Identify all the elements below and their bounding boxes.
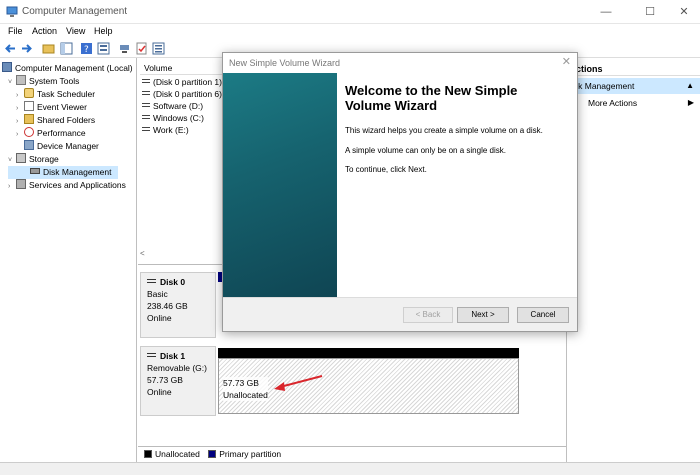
chevron-right-icon[interactable]: ▶ [688,96,694,110]
tree-item-event-viewer[interactable]: › Event Viewer [2,101,136,114]
drive-icon [142,115,150,119]
tree-container: Computer Management (Local) ˅ System Tool… [2,62,136,192]
close-button[interactable]: ✕ [676,4,692,20]
wizard-heading: Welcome to the New Simple Volume Wizard [345,83,518,113]
maximize-button[interactable]: ☐ [642,4,658,20]
wizard-text-3: To continue, click Next. [345,165,427,174]
drive-icon [142,91,150,95]
tree-item-task-scheduler[interactable]: › Task Scheduler [2,88,136,101]
unallocated-swatch [144,450,152,458]
red-arrow-annotation [274,375,323,391]
storage-icon [16,153,26,163]
device-manager-icon [24,140,34,150]
actions-disk-management[interactable]: isk Management ▲ [566,78,700,94]
next-button[interactable]: Next > [457,307,509,323]
wizard-title-bar: New Simple Volume Wizard [223,53,577,73]
menu-view[interactable]: View [66,26,85,36]
tree-item-device-manager[interactable]: Device Manager [2,140,136,153]
legend: Unallocated Primary partition [138,446,566,462]
title-bar: Computer Management — ☐ ✕ [0,0,700,24]
chevron-right-icon[interactable]: › [8,180,16,193]
scroll-left-button[interactable]: < [140,249,145,258]
disk-icon [147,353,156,357]
chevron-down-icon[interactable]: ˅ [8,76,16,89]
properties-icon[interactable] [97,42,110,55]
drive-icon [142,127,150,131]
volume-row[interactable]: Work (E:) [142,124,189,136]
volume-row[interactable]: Software (D:) [142,100,203,112]
column-header-volume[interactable]: Volume [140,62,223,75]
menu-file[interactable]: File [8,26,23,36]
disk-icon [147,279,156,283]
disk0-label[interactable]: Disk 0 Basic 238.46 GB Online [140,272,216,338]
volume-row[interactable]: (Disk 0 partition 1) [142,76,222,88]
chevron-down-icon[interactable]: ˅ [8,154,16,167]
computer-management-icon [6,6,18,17]
actions-header: ctions [566,62,700,76]
checklist-icon[interactable] [135,42,148,55]
menu-action[interactable]: Action [32,26,57,36]
tree-item-system-tools[interactable]: ˅ System Tools [2,75,136,88]
show-hide-tree-icon[interactable] [60,42,73,55]
back-arrow-icon[interactable] [4,42,17,55]
services-icon [16,179,26,189]
disk1-unallocated-region[interactable]: 57.73 GB Unallocated [218,358,519,414]
event-viewer-icon [24,101,34,111]
more-actions[interactable]: More Actions ▶ [566,96,700,110]
wizard-text-1: This wizard helps you create a simple vo… [345,126,543,135]
horizontal-scrollbar[interactable]: < [140,249,225,259]
disk-management-icon [30,168,40,174]
help-icon[interactable]: ? [80,42,93,55]
performance-icon [24,127,34,137]
primary-swatch [208,450,217,458]
shared-folder-icon [24,114,34,124]
back-button[interactable]: < Back [403,307,453,323]
collapse-up-icon[interactable]: ▲ [686,78,694,94]
window-title: Computer Management [22,6,128,17]
tree-item-storage[interactable]: ˅ Storage [2,153,136,166]
tree-item-performance[interactable]: › Performance [2,127,136,140]
unallocated-text: 57.73 GB Unallocated [223,377,268,401]
volume-row[interactable]: (Disk 0 partition 6) [142,88,222,100]
cancel-button[interactable]: Cancel [517,307,569,323]
drive-icon [142,103,150,107]
wizard-banner-image [223,73,337,297]
actions-pane [566,58,700,462]
list-view-icon[interactable] [152,42,165,55]
clock-icon [24,88,34,98]
volume-row[interactable]: Windows (C:) [142,112,204,124]
disk1-unallocated-bar [218,348,519,358]
status-bar [0,462,700,475]
legend-unallocated: Unallocated [144,449,200,459]
menu-help[interactable]: Help [94,26,113,36]
unallocated-state: Unallocated [223,390,268,400]
disk1-label[interactable]: Disk 1 Removable (G:) 57.73 GB Online [140,346,216,416]
legend-primary: Primary partition [208,449,281,459]
tree-item-services[interactable]: › Services and Applications [2,179,136,192]
svg-text:?: ? [84,45,89,55]
unallocated-size: 57.73 GB [223,378,259,388]
connect-icon[interactable] [118,42,131,55]
tree-item-root[interactable]: Computer Management (Local) [2,62,136,75]
menu-bar: File Action View Help [0,24,700,40]
tools-icon [16,75,26,85]
computer-icon [2,62,12,72]
minimize-button[interactable]: — [598,4,614,20]
wizard-text-2: A simple volume can only be on a single … [345,146,506,155]
drive-icon [142,79,150,83]
forward-arrow-icon[interactable] [20,42,33,55]
tree-item-shared-folders[interactable]: › Shared Folders [2,114,136,127]
up-folder-icon[interactable] [42,42,55,55]
tree-item-disk-management[interactable]: Disk Management [8,166,118,179]
chevron-right-icon[interactable]: › [16,128,24,141]
wizard-close-button[interactable]: ✕ [562,55,571,68]
